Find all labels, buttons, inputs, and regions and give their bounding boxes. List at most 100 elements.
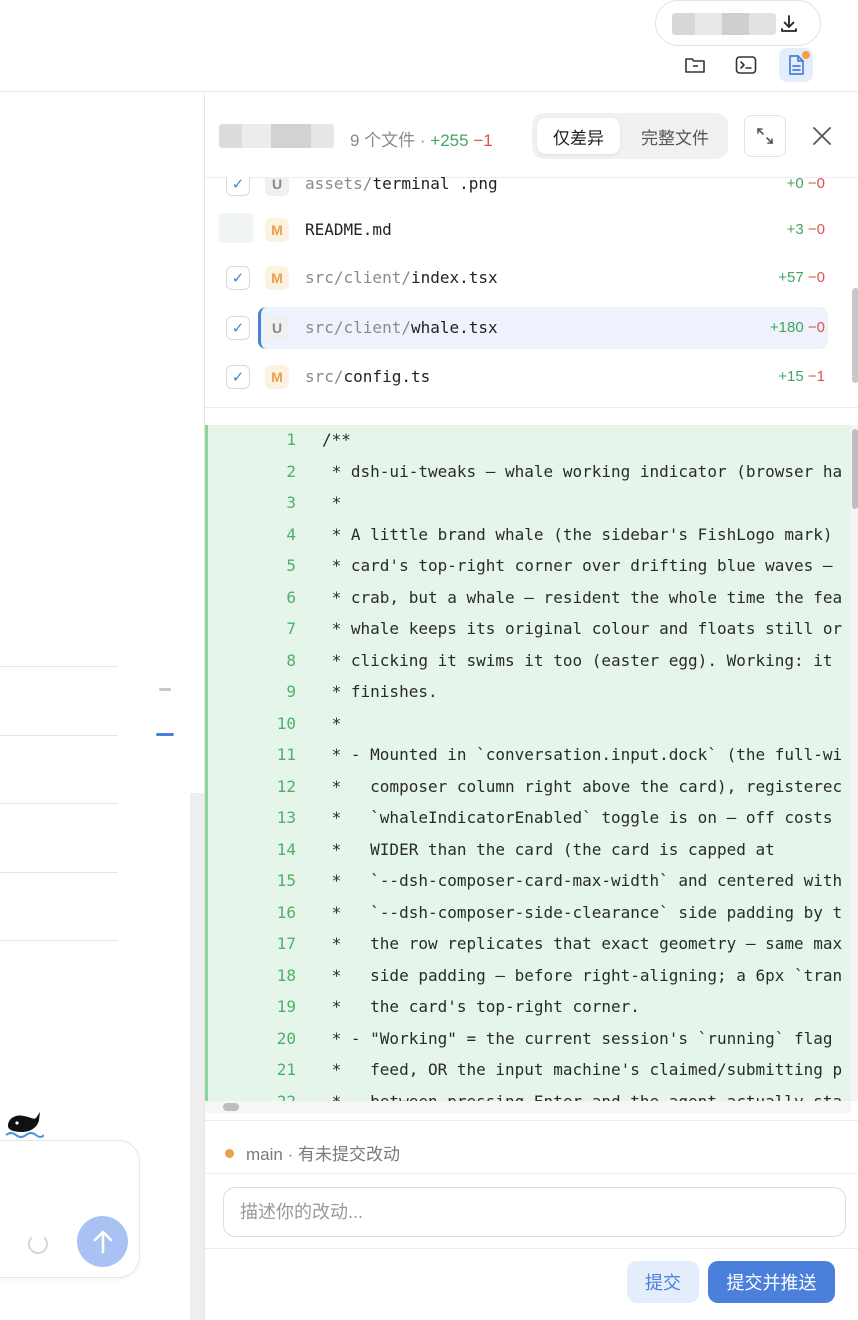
send-button[interactable]: [77, 1216, 128, 1267]
chat-scrollbar[interactable]: [190, 793, 204, 1320]
file-removed: −0: [807, 269, 825, 286]
status-badge: M: [265, 266, 289, 290]
code-diff-view[interactable]: 1 /** 2 * dsh-ui-tweaks — whale working in…: [205, 425, 851, 1101]
file-list-scrollbar[interactable]: [852, 288, 858, 383]
code-line: 8 * clicking it swims it too (easter egg…: [208, 645, 851, 677]
diff-only-tab[interactable]: 仅差异: [537, 118, 620, 154]
line-content: * dsh-ui-tweaks — whale working indicato…: [322, 461, 843, 481]
code-line: 17 * the row replicates that exact geome…: [208, 928, 851, 960]
branch-status: main · 有未提交改动: [225, 1140, 400, 1165]
code-line: 11 * - Mounted in `conversation.input.do…: [208, 739, 851, 771]
file-checkbox[interactable]: ✓: [226, 365, 250, 389]
file-checkbox[interactable]: ✓: [226, 266, 250, 290]
code-line: 22 * between pressing Enter and the agen…: [208, 1086, 851, 1102]
minimap-mark-active: [156, 733, 174, 736]
terminal-icon: [735, 56, 757, 74]
commit-button[interactable]: 提交: [627, 1261, 699, 1303]
expand-button[interactable]: [744, 115, 786, 157]
divider: [0, 666, 118, 667]
total-added: +255: [430, 131, 469, 150]
horizontal-scrollbar-thumb[interactable]: [223, 1103, 239, 1111]
line-content: * whale keeps its original colour and fl…: [322, 619, 843, 638]
code-line: 5 * card's top-right corner over driftin…: [208, 550, 851, 582]
file-added: +0: [786, 177, 804, 192]
line-number: 21: [276, 1060, 296, 1079]
line-content: * `--dsh-composer-card-max-width` and ce…: [322, 871, 843, 890]
file-removed: −0: [807, 319, 825, 336]
file-row-selected[interactable]: ✓ U src/client/whale.tsx +180 −0: [205, 307, 845, 349]
code-scrollbar[interactable]: [851, 425, 858, 1101]
line-content: * between pressing Enter and the agent a…: [322, 1091, 843, 1102]
file-removed: −0: [807, 177, 825, 192]
line-content: *: [322, 713, 342, 733]
minimap-mark: [159, 688, 171, 691]
line-content: * `--dsh-composer-side-clearance` side p…: [322, 902, 843, 922]
code-line: 20 * - "Working" = the current session's…: [208, 1023, 851, 1055]
divider: [0, 735, 118, 736]
download-icon[interactable]: [778, 13, 800, 35]
code-horizontal-scrollbar[interactable]: [205, 1101, 851, 1113]
file-dir: src/: [305, 367, 344, 386]
line-number: 12: [276, 776, 296, 796]
file-checkbox[interactable]: ✓: [226, 316, 250, 340]
close-icon: [813, 127, 831, 145]
code-line: 13 * `whaleIndicatorEnabled` toggle is o…: [208, 802, 851, 834]
status-badge: U: [265, 177, 289, 196]
code-scrollbar-thumb[interactable]: [852, 429, 858, 509]
file-name: terminal .png: [372, 177, 498, 193]
code-line: 14 * WIDER than the card (the card is ca…: [208, 834, 851, 866]
file-added: +15: [778, 368, 804, 385]
line-number: 18: [276, 965, 296, 985]
line-content: * - "Working" = the current session's `r…: [322, 1028, 833, 1048]
file-checkbox[interactable]: ✓: [226, 177, 250, 196]
code-line: 18 * side padding — before right-alignin…: [208, 960, 851, 992]
file-checkbox[interactable]: [219, 213, 253, 243]
commit-message-input[interactable]: [223, 1187, 846, 1237]
line-content: * finishes.: [322, 682, 438, 701]
code-line: 12 * composer column right above the car…: [208, 771, 851, 803]
divider: [205, 1248, 858, 1249]
file-row[interactable]: ✓ M src/config.ts +15 −1: [205, 356, 845, 398]
divider: [0, 940, 118, 941]
line-content: * the row replicates that exact geometry…: [322, 934, 843, 953]
line-content: * - Mounted in `conversation.input.dock`…: [322, 745, 843, 764]
file-row[interactable]: M README.md +3 −0: [205, 209, 845, 251]
file-dir: src/client/: [305, 268, 411, 287]
file-added: +180: [769, 319, 804, 336]
files-button[interactable]: [678, 48, 712, 82]
full-file-tab[interactable]: 完整文件: [626, 118, 724, 154]
line-number: 13: [276, 808, 296, 827]
file-name: index.tsx: [410, 268, 498, 287]
divider: [205, 1120, 858, 1121]
close-button[interactable]: [809, 123, 835, 149]
whale-icon[interactable]: [4, 1106, 44, 1140]
file-name: README.md: [305, 220, 392, 239]
line-content: * `whaleIndicatorEnabled` toggle is on —…: [322, 808, 833, 827]
download-pill[interactable]: [655, 0, 821, 46]
file-row[interactable]: ✓ M src/client/index.tsx +57 −0: [205, 257, 845, 299]
line-content: *: [322, 493, 342, 512]
file-name: whale.tsx: [410, 318, 498, 337]
file-added: +3: [786, 221, 804, 238]
code-line: 21 * feed, OR the input machine's claime…: [208, 1054, 851, 1086]
line-number: 2: [286, 461, 296, 481]
line-number: 17: [276, 934, 296, 953]
diff-panel: 9 个文件 · +255 −1 仅差异 完整文件 ✓ U assets/term…: [204, 93, 858, 1320]
diff-button[interactable]: [779, 48, 813, 82]
line-number: 8: [286, 650, 296, 670]
code-line: 3 *: [208, 487, 851, 519]
file-added: +57: [778, 269, 804, 286]
code-line: 15 * `--dsh-composer-card-max-width` and…: [208, 865, 851, 897]
file-row[interactable]: ✓ U assets/terminal .png +0 −0: [205, 177, 845, 205]
line-number: 7: [286, 619, 296, 638]
status-badge: M: [265, 218, 289, 242]
file-name: config.ts: [343, 367, 431, 386]
code-line: 1 /**: [208, 425, 851, 456]
terminal-button[interactable]: [729, 48, 763, 82]
line-content: * crab, but a whale — resident the whole…: [322, 587, 843, 607]
commit-push-button[interactable]: 提交并推送: [708, 1261, 835, 1303]
divider: [205, 407, 858, 408]
folder-icon: [685, 58, 705, 73]
line-content: * clicking it swims it too (easter egg).…: [322, 650, 833, 670]
divider: [0, 803, 118, 804]
